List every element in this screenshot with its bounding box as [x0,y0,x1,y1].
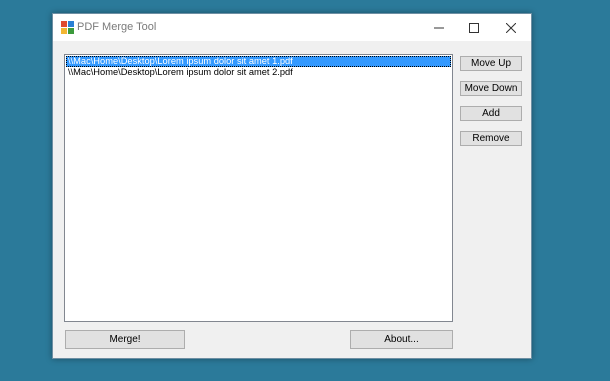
pdf-merge-app-icon [61,21,74,34]
close-icon [506,22,516,33]
move-down-button[interactable]: Move Down [460,81,522,96]
move-up-button[interactable]: Move Up [460,56,522,71]
pdf-merge-window: PDF Merge Tool \\Mac\Home\Desktop\Lorem … [52,13,532,359]
file-listbox[interactable]: \\Mac\Home\Desktop\Lorem ipsum dolor sit… [64,54,453,322]
window-title: PDF Merge Tool [77,21,157,33]
minimize-icon [434,23,444,33]
maximize-button[interactable] [456,14,492,41]
file-list-item[interactable]: \\Mac\Home\Desktop\Lorem ipsum dolor sit… [66,56,451,67]
title-bar[interactable]: PDF Merge Tool [53,14,531,41]
about-button[interactable]: About... [350,330,453,349]
minimize-button[interactable] [421,14,457,41]
file-list-item[interactable]: \\Mac\Home\Desktop\Lorem ipsum dolor sit… [66,67,293,78]
remove-button[interactable]: Remove [460,131,522,146]
merge-button[interactable]: Merge! [65,330,185,349]
maximize-icon [469,22,479,33]
add-button[interactable]: Add [460,106,522,121]
close-button[interactable] [493,14,529,41]
